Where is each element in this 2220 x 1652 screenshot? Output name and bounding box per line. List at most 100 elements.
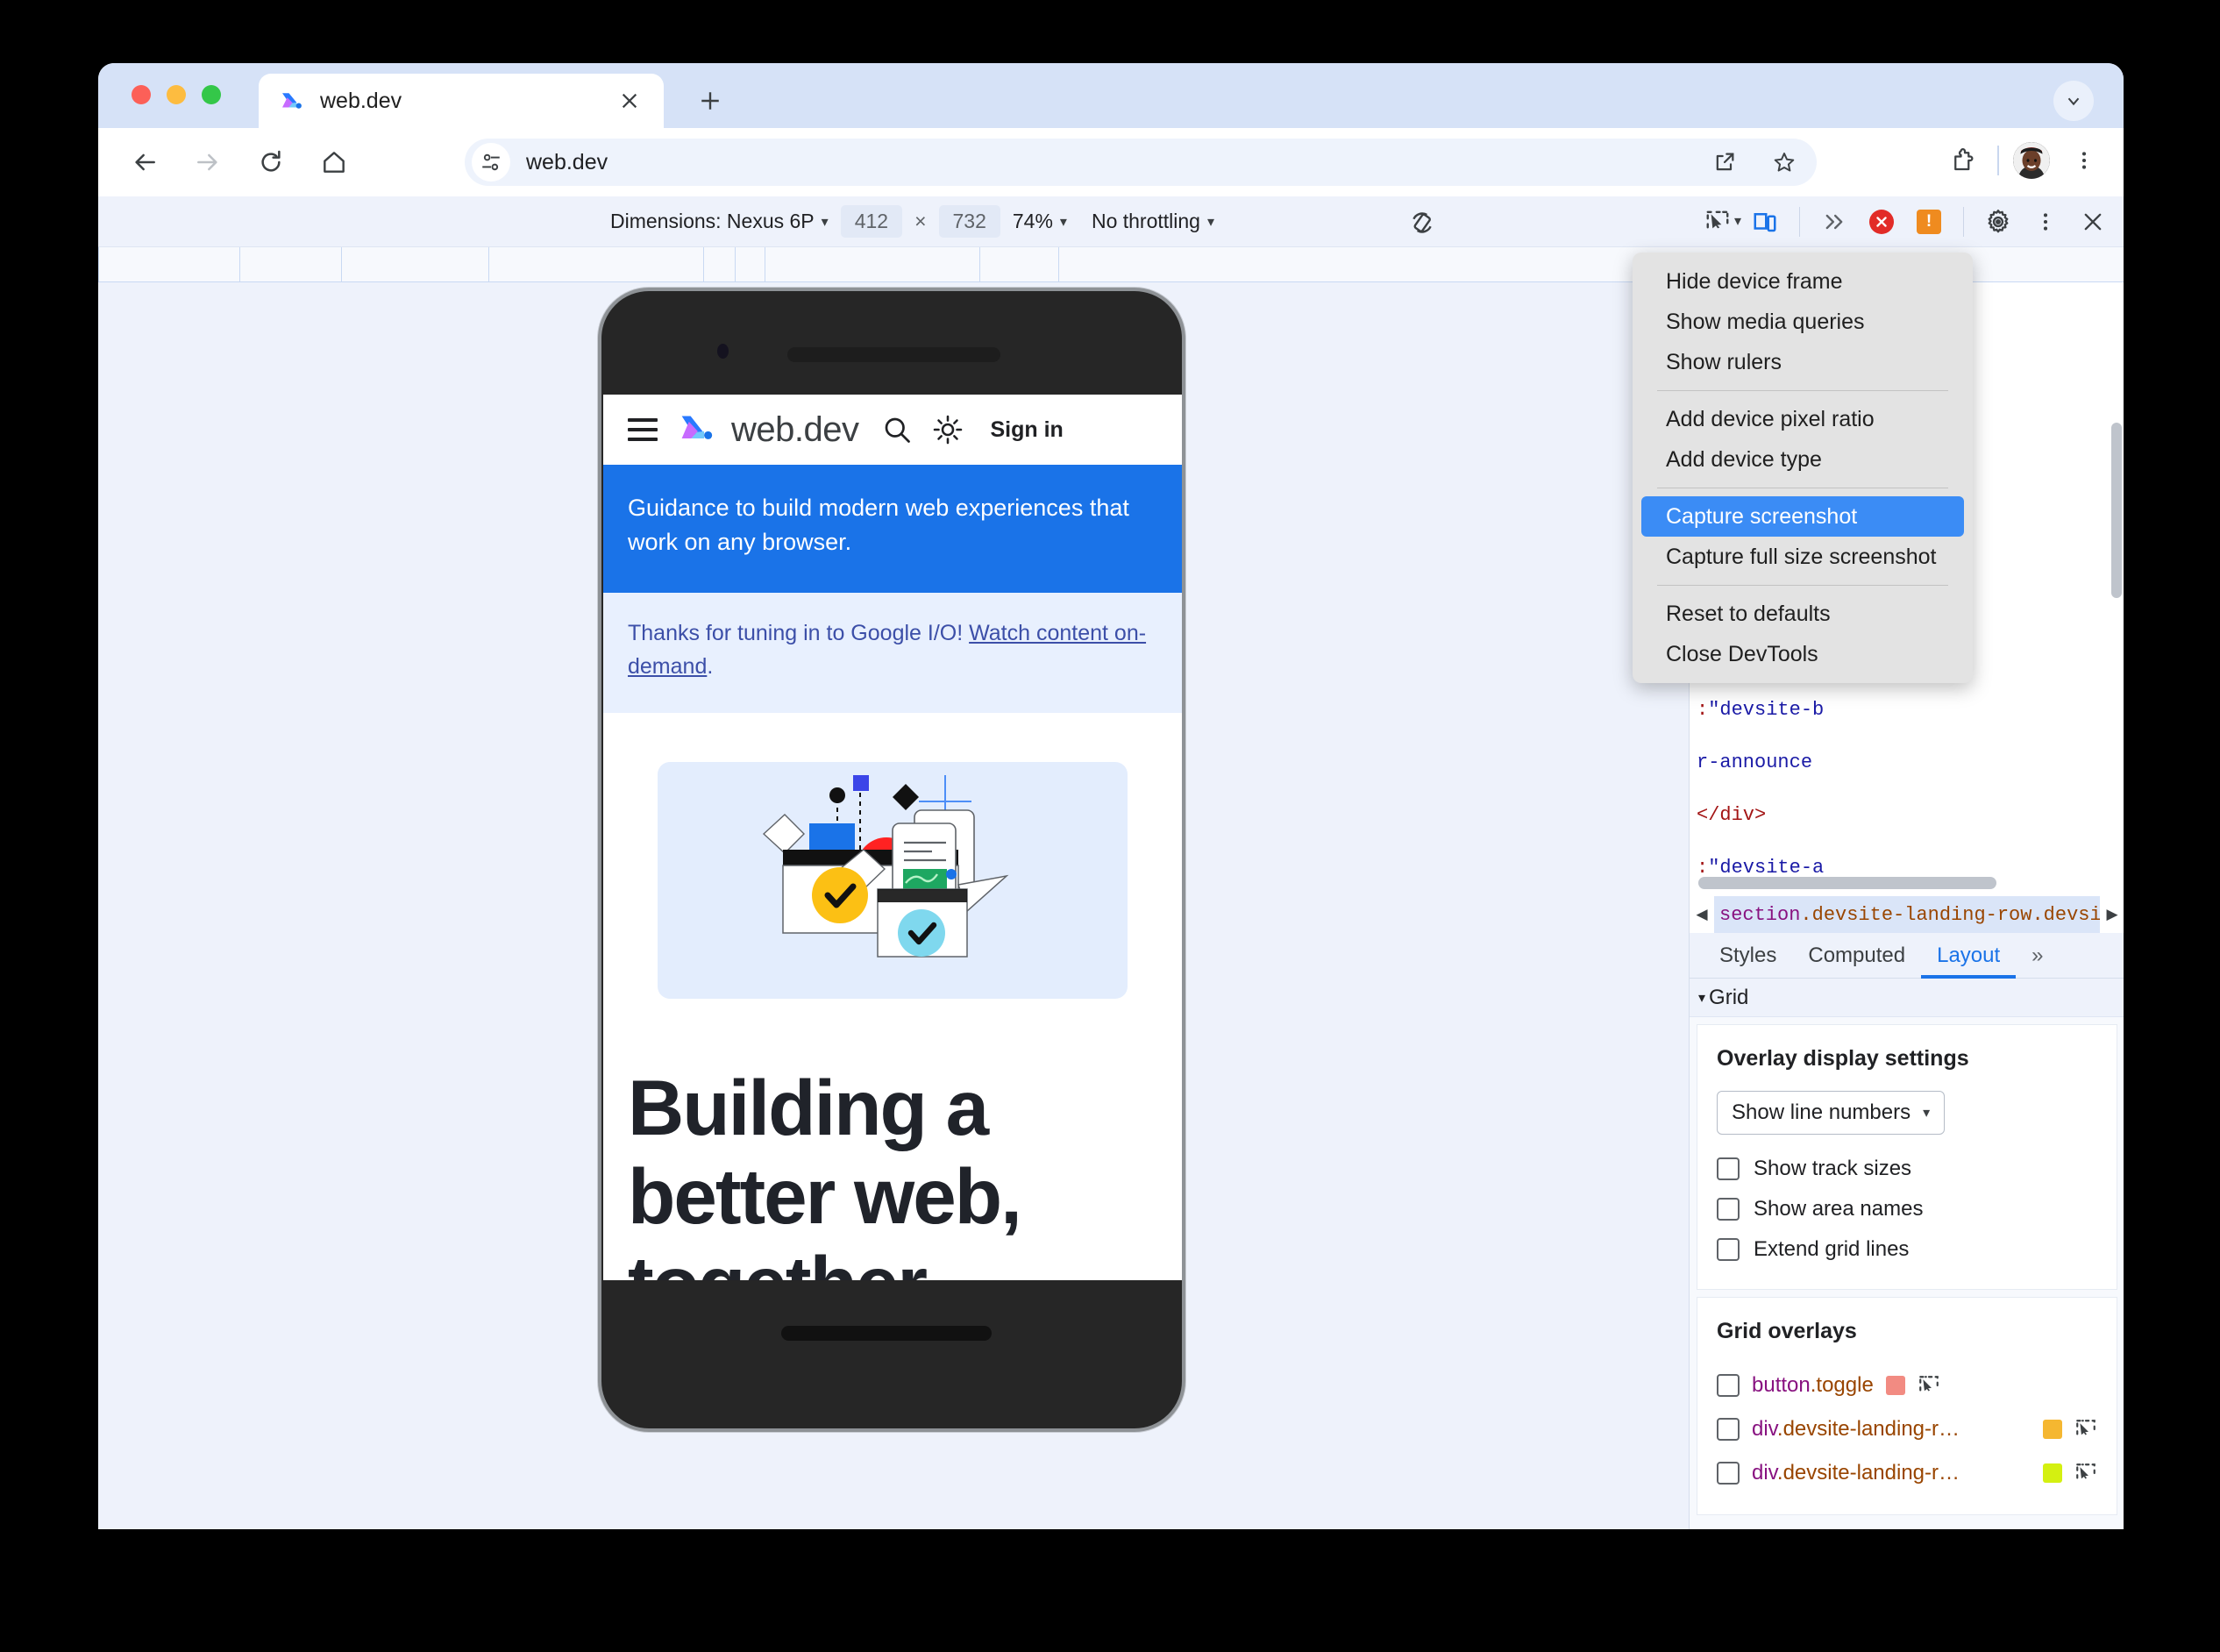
throttling-label: No throttling xyxy=(1091,210,1200,232)
menu-item-show-media-queries[interactable]: Show media queries xyxy=(1641,302,1964,342)
show-area-names-checkbox[interactable] xyxy=(1717,1198,1740,1221)
error-circle-icon[interactable] xyxy=(1860,200,1903,244)
search-icon[interactable] xyxy=(881,414,913,445)
device-selector[interactable]: Dimensions: Nexus 6P ▾ xyxy=(598,203,841,240)
inspect-element-icon[interactable] xyxy=(1696,200,1740,244)
browser-toolbar: web.dev xyxy=(98,128,2124,196)
sun-icon[interactable] xyxy=(932,414,964,445)
maximize-window-button[interactable] xyxy=(202,85,221,104)
grid-overlay-item[interactable]: div.devsite-landing-r… xyxy=(1717,1407,2097,1451)
rotate-device-icon[interactable] xyxy=(1403,203,1441,242)
viewport-height-input[interactable]: 732 xyxy=(938,205,1000,238)
page-viewport[interactable]: web.dev Sign in Guidance to build modern… xyxy=(603,395,1182,1280)
chevron-right-icon[interactable]: ▶ xyxy=(2100,896,2124,933)
close-icon[interactable] xyxy=(2071,200,2115,244)
warning-square-icon[interactable]: ! xyxy=(1907,200,1951,244)
grid-overlay-color-swatch[interactable] xyxy=(1885,1376,1905,1395)
device-toolbar-context-menu[interactable]: Hide device frame Show media queries Sho… xyxy=(1633,253,1973,683)
grid-section-header[interactable]: ▾ Grid xyxy=(1690,979,2124,1017)
chevron-left-icon[interactable]: ◀ xyxy=(1690,896,1714,933)
vertical-scrollbar[interactable] xyxy=(2111,423,2122,598)
minimize-window-button[interactable] xyxy=(167,85,186,104)
viewport-width-input[interactable]: 412 xyxy=(840,205,903,238)
tab-layout[interactable]: Layout xyxy=(1921,933,2016,979)
breadcrumb-element: section xyxy=(1719,903,1801,926)
menu-separator xyxy=(1657,585,1948,586)
puzzle-icon[interactable] xyxy=(1943,140,1983,181)
menu-item-capture-full-size-screenshot[interactable]: Capture full size screenshot xyxy=(1641,537,1964,577)
webdev-logo-icon[interactable] xyxy=(677,412,715,447)
home-icon[interactable] xyxy=(312,140,356,184)
divider xyxy=(1997,146,1999,175)
reload-icon[interactable] xyxy=(249,140,293,184)
three-dots-vertical-icon[interactable] xyxy=(2024,200,2067,244)
avatar[interactable] xyxy=(2013,142,2050,179)
menu-item-show-rulers[interactable]: Show rulers xyxy=(1641,342,1964,382)
hamburger-menu-icon[interactable] xyxy=(628,418,658,441)
menu-item-capture-screenshot[interactable]: Capture screenshot xyxy=(1641,496,1964,537)
chevron-down-icon: ▾ xyxy=(1698,990,1706,1006)
menu-item-reset-to-defaults[interactable]: Reset to defaults xyxy=(1641,594,1964,634)
zoom-level-label: 74% xyxy=(1012,210,1053,232)
menu-item-add-device-pixel-ratio[interactable]: Add device pixel ratio xyxy=(1641,399,1964,439)
show-track-sizes-label: Show track sizes xyxy=(1754,1157,1912,1180)
grid-overlay-item[interactable]: div.devsite-landing-r… xyxy=(1717,1451,2097,1495)
extend-grid-lines-checkbox[interactable] xyxy=(1717,1238,1740,1261)
show-area-names-row[interactable]: Show area names xyxy=(1717,1189,2097,1229)
horizontal-scrollbar[interactable] xyxy=(1698,877,1996,889)
chevron-double-right-icon[interactable] xyxy=(1812,200,1856,244)
hero-banner: Guidance to build modern web experiences… xyxy=(603,465,1182,594)
grid-overlay-selector: button.toggle xyxy=(1752,1373,1874,1398)
zoom-selector[interactable]: 74% ▾ xyxy=(1000,203,1079,240)
tab-title: web.dev xyxy=(320,88,402,113)
extend-grid-lines-label: Extend grid lines xyxy=(1754,1237,1910,1261)
menu-item-close-devtools[interactable]: Close DevTools xyxy=(1641,634,1964,674)
share-icon[interactable] xyxy=(1704,142,1745,182)
throttling-selector[interactable]: No throttling ▾ xyxy=(1079,203,1227,240)
tab-computed[interactable]: Computed xyxy=(1792,933,1921,979)
gear-icon[interactable] xyxy=(1976,200,2020,244)
sign-in-button[interactable]: Sign in xyxy=(990,417,1063,443)
grid-overlay-checkbox[interactable] xyxy=(1717,1462,1740,1485)
grid-overlay-color-swatch[interactable] xyxy=(2043,1463,2062,1483)
show-track-sizes-row[interactable]: Show track sizes xyxy=(1717,1149,2097,1189)
new-tab-button[interactable] xyxy=(692,82,729,119)
inspect-element-icon[interactable] xyxy=(2074,1462,2097,1485)
grid-overlay-classes: .devsite-landing-r… xyxy=(1776,1461,1960,1485)
tab-styles[interactable]: Styles xyxy=(1704,933,1792,979)
grid-overlay-item[interactable]: button.toggle xyxy=(1717,1364,2097,1407)
extend-grid-lines-row[interactable]: Extend grid lines xyxy=(1717,1229,2097,1270)
inspect-element-icon[interactable] xyxy=(1918,1374,1940,1397)
device-toolbar-icon[interactable] xyxy=(1743,200,1787,244)
inspect-element-icon[interactable] xyxy=(2074,1418,2097,1441)
grid-overlay-checkbox[interactable] xyxy=(1717,1374,1740,1397)
close-icon[interactable] xyxy=(615,86,644,116)
breadcrumb-path[interactable]: section.devsite-landing-row.devsite- xyxy=(1714,904,2100,926)
three-dots-vertical-icon[interactable] xyxy=(2064,140,2104,181)
grid-overlay-checkbox[interactable] xyxy=(1717,1418,1740,1441)
tune-icon[interactable] xyxy=(472,143,510,182)
site-name: web.dev xyxy=(731,409,859,449)
arrow-back-icon[interactable] xyxy=(123,140,167,184)
browser-tab[interactable]: web.dev xyxy=(259,74,664,128)
menu-item-hide-device-frame[interactable]: Hide device frame xyxy=(1641,261,1964,302)
menu-item-add-device-type[interactable]: Add device type xyxy=(1641,439,1964,480)
dimension-separator: × xyxy=(914,210,927,232)
chevron-down-icon[interactable] xyxy=(2053,81,2094,121)
grid-overlay-element: div xyxy=(1752,1417,1777,1441)
url-text[interactable]: web.dev xyxy=(526,150,608,175)
close-window-button[interactable] xyxy=(132,85,151,104)
device-selector-label: Dimensions: Nexus 6P xyxy=(610,210,815,232)
arrow-forward-icon[interactable] xyxy=(186,140,230,184)
show-track-sizes-checkbox[interactable] xyxy=(1717,1157,1740,1180)
device-frame: web.dev Sign in Guidance to build modern… xyxy=(598,288,1185,1432)
address-bar[interactable]: web.dev xyxy=(465,139,1817,186)
grid-overlay-color-swatch[interactable] xyxy=(2043,1420,2062,1439)
line-numbers-select[interactable]: Show line numbers ▾ xyxy=(1717,1091,1946,1135)
grid-overlays-title: Grid overlays xyxy=(1717,1319,1857,1343)
announcement-text: Thanks for tuning in to Google I/O! xyxy=(628,621,970,646)
chevron-double-right-icon[interactable]: » xyxy=(2016,933,2059,979)
line-numbers-select-value: Show line numbers xyxy=(1732,1100,1911,1124)
star-icon[interactable] xyxy=(1764,142,1804,182)
grid-overlays-card: Grid overlays button.toggle div.devsite-… xyxy=(1697,1297,2117,1515)
